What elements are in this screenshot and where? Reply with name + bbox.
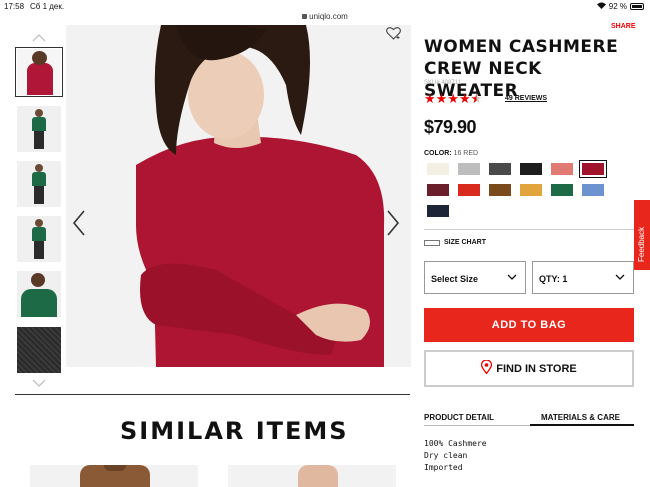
tab-product-detail[interactable]: PRODUCT DETAIL [424,413,494,422]
origin-line: Imported [424,463,463,472]
care-line: Dry clean [424,451,468,460]
color-value: 16 RED [453,150,479,157]
half-star-icon: ★ [470,91,483,106]
thumbs-up-chevron-icon[interactable] [32,32,46,44]
feedback-label: Feedback [637,226,646,262]
color-swatch[interactable] [582,184,604,196]
star-icon: ★ [447,91,459,106]
similar-item-card[interactable] [30,465,198,487]
product-sku: SKU# 408711 [424,80,461,86]
wifi-icon [596,2,606,11]
chevron-down-icon [615,272,625,282]
color-swatch[interactable] [427,205,449,217]
thumbnail-3[interactable] [17,161,61,207]
color-swatch[interactable] [427,163,449,175]
url-bar[interactable]: uniqlo.com [0,12,650,21]
next-image-arrow-icon[interactable] [386,210,400,240]
color-swatch[interactable] [458,163,480,175]
reviews-link[interactable]: 49 REVIEWS [505,95,547,102]
add-to-bag-button[interactable]: ADD TO BAG [424,308,634,342]
feedback-tab[interactable]: Feedback [634,200,650,270]
thumbs-down-chevron-icon[interactable] [32,377,46,389]
color-swatch[interactable] [520,163,542,175]
similar-items-heading: SIMILAR ITEMS [120,417,349,445]
color-swatch[interactable] [579,160,607,178]
share-link[interactable]: SHARE [611,23,636,30]
similar-item-card[interactable] [228,465,396,487]
star-icon: ★ [435,91,448,106]
status-time: 17:58 [4,2,25,11]
color-swatch[interactable] [427,184,449,196]
color-label-title: COLOR: [424,150,452,157]
tab-materials-care[interactable]: MATERIALS & CARE [541,413,620,422]
thumbnail-2[interactable] [17,106,61,152]
size-select[interactable]: Select Size [424,261,526,294]
qty-select-label: QTY: 1 [539,274,568,284]
location-pin-icon [481,359,493,377]
divider [424,229,634,230]
battery-percent: 92 % [608,2,627,11]
chevron-down-icon [507,272,517,282]
thumbnail-5[interactable] [17,271,61,317]
material-line: 100% Cashmere [424,439,487,448]
thumbnail-4[interactable] [17,216,61,262]
prev-image-arrow-icon[interactable] [72,210,86,240]
status-right: 92 % [596,2,644,11]
qty-select[interactable]: QTY: 1 [532,261,634,294]
color-swatch[interactable] [458,184,480,196]
section-divider [15,394,410,395]
color-swatch[interactable] [489,184,511,196]
star-icon: ★ [458,91,471,106]
materials-text: 100% Cashmere Dry clean Imported [424,438,487,474]
status-date: Сб 1 дек. [30,2,65,11]
find-in-store-label: FIND IN STORE [496,362,577,375]
color-swatch[interactable] [489,163,511,175]
ruler-icon [424,239,440,246]
color-swatch[interactable] [551,163,573,175]
battery-icon [630,3,644,10]
star-rating[interactable]: ★★★★★ [424,91,482,107]
url-text: uniqlo.com [309,12,348,21]
star-icon: ★ [424,91,436,106]
size-select-label: Select Size [431,274,479,284]
size-chart-label: SIZE CHART [444,239,486,246]
product-main-image [66,25,411,367]
active-tab-indicator [530,424,634,426]
size-chart-link[interactable]: SIZE CHART [424,239,486,246]
find-in-store-button[interactable]: FIND IN STORE [424,350,634,387]
color-swatch[interactable] [551,184,573,196]
product-price: $79.90 [424,117,477,137]
color-label: COLOR: 16 RED [424,150,478,157]
status-bar: 17:58 Сб 1 дек. 92 % [0,0,650,12]
wishlist-heart-icon[interactable] [386,27,401,43]
thumbnail-6[interactable] [17,327,61,373]
lock-icon [302,14,308,19]
color-swatch[interactable] [520,184,542,196]
thumbnail-1[interactable] [15,47,63,97]
